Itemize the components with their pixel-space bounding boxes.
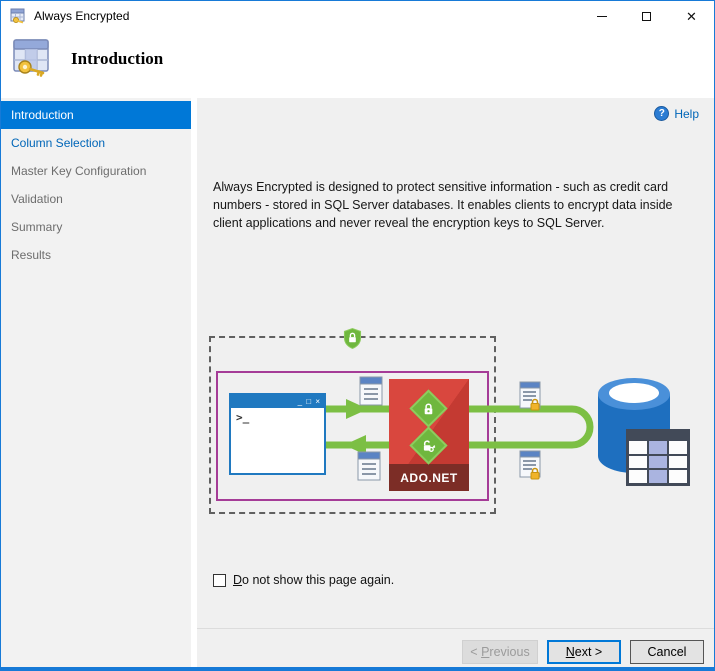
table-grid-icon <box>626 429 690 486</box>
plaintext-doc-icon <box>357 451 381 481</box>
cancel-button[interactable]: Cancel <box>630 640 704 664</box>
page-title: Introduction <box>71 49 163 69</box>
table-key-icon <box>10 8 26 24</box>
checkbox-box[interactable] <box>213 574 226 587</box>
encrypted-doc-icon <box>519 381 543 411</box>
next-button[interactable]: Next > <box>547 640 621 664</box>
footer-divider <box>197 628 715 629</box>
footer-buttons: < Previous Next > Cancel <box>1 640 704 664</box>
encrypted-doc-icon <box>519 450 543 480</box>
always-encrypted-diagram: _ □ × >_ ADO.NET <box>207 328 711 528</box>
minimize-icon <box>597 16 607 17</box>
title-bar: Always Encrypted ✕ <box>1 1 714 31</box>
intro-description: Always Encrypted is designed to protect … <box>213 178 699 232</box>
checkbox-label: Do not show this page again. <box>233 573 394 587</box>
maximize-button[interactable] <box>624 1 669 31</box>
client-app-titlebar: _ □ × <box>231 395 324 408</box>
client-app-window: _ □ × >_ <box>229 393 326 475</box>
help-link[interactable]: ? Help <box>654 106 699 121</box>
window-title: Always Encrypted <box>34 9 129 23</box>
sidebar-item-results[interactable]: Results <box>1 241 191 269</box>
always-encrypted-wizard-window: Always Encrypted ✕ Introduction Introduc… <box>0 0 715 671</box>
content-panel: ? Help Always Encrypted is designed to p… <box>197 98 715 668</box>
plaintext-doc-icon <box>359 376 383 406</box>
close-button[interactable]: ✕ <box>669 1 714 31</box>
previous-button[interactable]: < Previous <box>462 640 538 664</box>
sidebar-item-summary[interactable]: Summary <box>1 213 191 241</box>
sidebar-item-column-selection[interactable]: Column Selection <box>1 129 191 157</box>
sidebar-item-introduction[interactable]: Introduction <box>1 101 191 129</box>
wizard-header: Introduction <box>1 31 714 98</box>
do-not-show-again-checkbox[interactable]: Do not show this page again. <box>213 573 394 587</box>
table-key-icon-large <box>12 38 52 78</box>
maximize-icon <box>642 12 651 21</box>
sidebar-item-master-key-configuration[interactable]: Master Key Configuration <box>1 157 191 185</box>
help-icon: ? <box>654 106 669 121</box>
wizard-steps-sidebar: Introduction Column Selection Master Key… <box>1 98 191 668</box>
sidebar-item-validation[interactable]: Validation <box>1 185 191 213</box>
adonet-label: ADO.NET <box>389 464 469 491</box>
minimize-button[interactable] <box>579 1 624 31</box>
console-prompt: >_ <box>231 408 324 424</box>
close-icon: ✕ <box>686 10 697 23</box>
